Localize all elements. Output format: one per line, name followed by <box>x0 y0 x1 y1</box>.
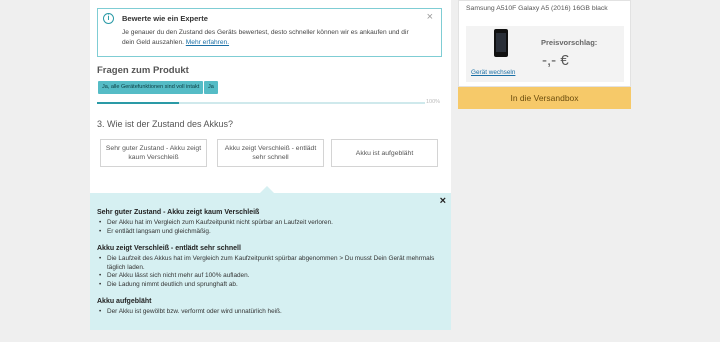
list-item: Der Akku hat im Vergleich zum Kaufzeitpu… <box>98 219 438 228</box>
panel-pointer <box>260 186 274 193</box>
tip-title: Bewerte wie ein Experte <box>122 14 208 23</box>
product-title: Samsung A510F Galaxy A5 (2016) 16GB blac… <box>466 5 608 12</box>
close-icon[interactable]: × <box>440 195 446 207</box>
answer-chip-yes[interactable]: Ja <box>204 81 218 94</box>
list-item: Der Akku lässt sich nicht mehr auf 100% … <box>98 272 438 281</box>
section-title: Sehr guter Zustand - Akku zeigt kaum Ver… <box>97 209 260 216</box>
add-to-box-button[interactable]: In die Versandbox <box>458 87 631 109</box>
option-very-good-button[interactable]: Sehr guter Zustand - Akku zeigt kaum Ver… <box>100 139 207 167</box>
section-list: Der Akku ist gewölbt bzw. verformt oder … <box>98 308 438 317</box>
progress-label: 100% <box>426 99 441 105</box>
expert-tip-box: i Bewerte wie ein Experte Je genauer du … <box>97 8 442 57</box>
change-device-link[interactable]: Gerät wechseln <box>471 69 515 76</box>
product-card: Gerät wechseln Preisvorschlag: -,- € <box>466 26 624 82</box>
option-swollen-button[interactable]: Akku ist aufgebläht <box>331 139 438 167</box>
section-list: Die Laufzeit des Akkus hat im Vergleich … <box>98 255 438 289</box>
tip-text: Je genauer du den Zustand des Geräts bew… <box>122 28 412 48</box>
info-icon: i <box>103 13 114 24</box>
section-list: Der Akku hat im Vergleich zum Kaufzeitpu… <box>98 219 438 236</box>
product-summary: Samsung A510F Galaxy A5 (2016) 16GB blac… <box>458 0 631 87</box>
question-title: 3. Wie ist der Zustand des Akkus? <box>97 119 234 129</box>
tip-body: Je genauer du den Zustand des Geräts bew… <box>122 29 409 46</box>
list-item: Er entlädt langsam und gleichmäßig. <box>98 228 438 237</box>
learn-more-link[interactable]: Mehr erfahren. <box>186 39 229 46</box>
section-title: Akku aufgebläht <box>97 298 152 305</box>
section-title: Akku zeigt Verschleiß - entlädt sehr sch… <box>97 245 241 252</box>
questionnaire-panel: i Bewerte wie ein Experte Je genauer du … <box>90 0 451 330</box>
list-item: Die Ladung nimmt deutlich und sprunghaft… <box>98 281 438 290</box>
option-wear-button[interactable]: Akku zeigt Verschleiß - entlädt sehr sch… <box>217 139 324 167</box>
answer-chip-functions[interactable]: Ja, alle Gerätefunktionen sind voll inta… <box>98 81 204 94</box>
progress-fill <box>97 102 179 104</box>
phone-image <box>494 29 508 57</box>
questions-heading: Fragen zum Produkt <box>97 65 189 76</box>
list-item: Die Laufzeit des Akkus hat im Vergleich … <box>98 255 438 272</box>
close-icon[interactable]: × <box>427 11 433 23</box>
list-item: Der Akku ist gewölbt bzw. verformt oder … <box>98 308 438 317</box>
price-label: Preisvorschlag: <box>541 38 598 47</box>
progress-bar <box>97 102 425 104</box>
price-value: -,- € <box>542 52 569 69</box>
